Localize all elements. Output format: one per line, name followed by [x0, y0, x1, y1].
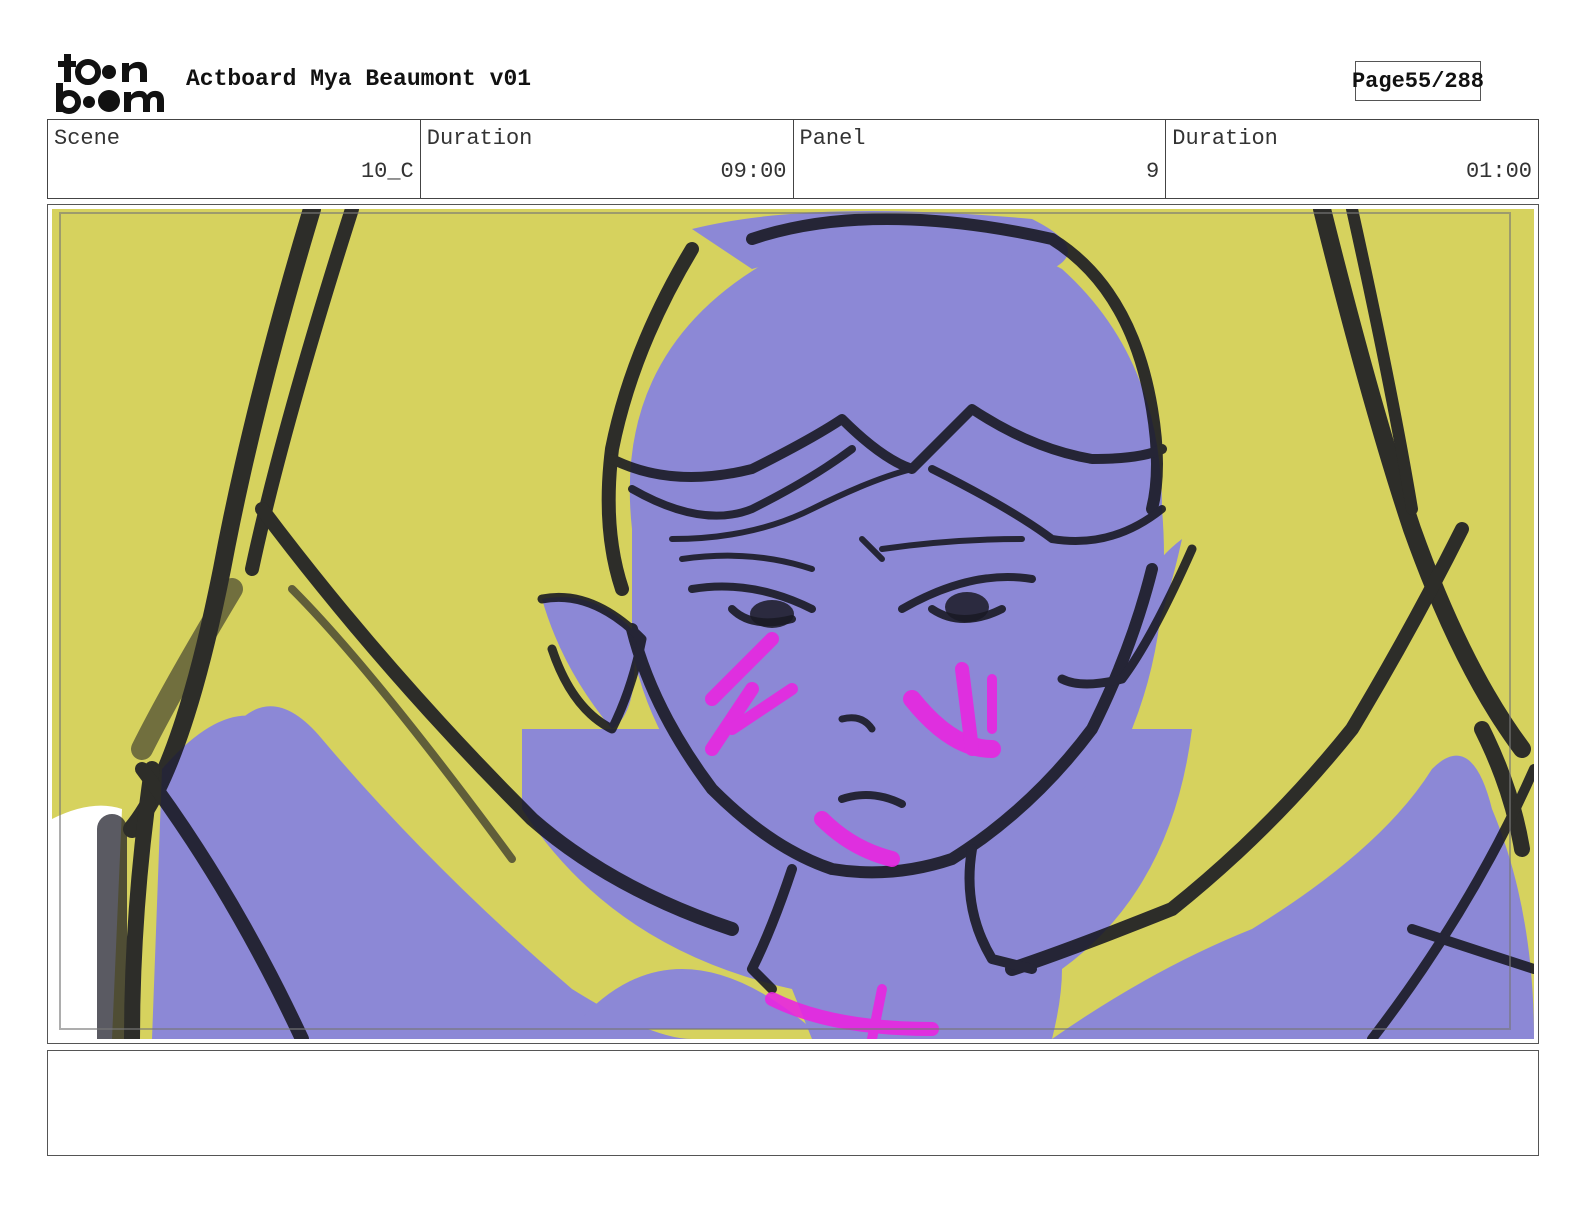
panel-duration-cell: Duration 01:00	[1166, 120, 1538, 198]
logo-letter-n	[122, 61, 147, 82]
toon-boom-logo	[56, 54, 164, 114]
storyboard-panel	[47, 204, 1539, 1044]
scene-label: Scene	[54, 126, 121, 151]
logo-letter-b-bowl	[57, 90, 81, 114]
sketch-left-eye	[750, 600, 794, 628]
scene-duration-value: 09:00	[720, 159, 787, 184]
logo-dot	[102, 65, 116, 79]
logo-letter-m	[124, 90, 164, 112]
panel-info-table: Scene 10_C Duration 09:00 Panel 9 Durati…	[47, 119, 1539, 199]
page-number: 55/288	[1404, 68, 1485, 94]
logo-letter-t-bar	[58, 61, 76, 67]
logo-letter-o-solid	[98, 90, 120, 112]
panel-label: Panel	[799, 126, 866, 151]
scene-value: 10_C	[360, 159, 414, 184]
panel-duration-value: 01:00	[1465, 159, 1532, 184]
scene-duration-label: Duration	[426, 126, 533, 151]
logo-letter-o	[75, 59, 101, 85]
panel-value: 9	[1146, 159, 1160, 184]
project-title: Actboard Mya Beaumont v01	[186, 66, 532, 92]
logo-dot	[83, 96, 95, 108]
page-label: Page	[1351, 68, 1405, 94]
panel-sketch	[52, 209, 1534, 1039]
panel-cell: Panel 9	[794, 120, 1167, 198]
scene-cell: Scene 10_C	[48, 120, 421, 198]
panel-duration-label: Duration	[1172, 126, 1278, 151]
scene-duration-cell: Duration 09:00	[421, 120, 794, 198]
page-indicator: Page 55/288	[1351, 61, 1485, 101]
sketch-right-eye	[945, 592, 989, 622]
panel-notes	[47, 1050, 1539, 1156]
logo-letter-t-stem	[64, 54, 71, 82]
